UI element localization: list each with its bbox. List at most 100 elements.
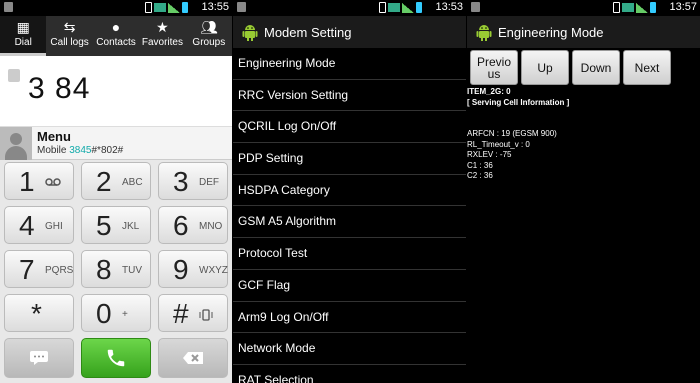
list-item[interactable]: PDP Setting	[233, 143, 466, 175]
key-digit: #	[173, 298, 189, 329]
list-item[interactable]: Network Mode	[233, 333, 466, 365]
key-digit: 2	[96, 166, 112, 197]
engineering-mode-screen: 13:57 Engineering Mode Previo us Up Down…	[467, 0, 700, 383]
key-7[interactable]: 7 PQRS	[4, 250, 74, 288]
info-line: ARFCN : 19 (EGSM 900)	[467, 129, 557, 138]
key-letters: DEF	[199, 177, 219, 188]
list-item[interactable]: Protocol Test	[233, 238, 466, 270]
network-3g-icon	[622, 3, 634, 12]
tab-contacts[interactable]: ● Contacts	[93, 16, 139, 56]
contact-number: Mobile 3845#*802#	[37, 145, 123, 156]
info-line: RL_Timeout_v : 0	[467, 139, 530, 149]
key-letters: +	[122, 309, 128, 320]
contact-suggestion[interactable]: Menu Mobile 3845#*802#	[0, 126, 232, 160]
backspace-button[interactable]	[158, 338, 228, 378]
list-item[interactable]: QCRIL Log On/Off	[233, 111, 466, 144]
list-item[interactable]: GSM A5 Algorithm	[233, 206, 466, 239]
next-button[interactable]: Next	[623, 50, 671, 85]
key-digit: 1	[19, 166, 35, 197]
title-bar: Engineering Mode	[467, 16, 700, 48]
cell-info-text: ITEM_2G: 0 [ Serving Cell Information ] …	[467, 87, 569, 182]
dialer-tabs: ▦ Dial ⇆ Call logs ● Contacts ★ Favorite…	[0, 16, 232, 56]
key-6[interactable]: 6 MNO	[158, 206, 228, 244]
message-button[interactable]	[4, 338, 74, 378]
button-label: Down	[580, 60, 612, 75]
list-item[interactable]: RRC Version Setting	[233, 80, 466, 112]
key-3[interactable]: 3 DEF	[158, 162, 228, 200]
info-line	[467, 108, 569, 119]
key-digit: *	[31, 298, 42, 329]
info-line: C1 : 36	[467, 160, 493, 170]
key-letters: ABC	[122, 177, 143, 188]
up-button[interactable]: Up	[521, 50, 569, 85]
tab-dial[interactable]: ▦ Dial	[0, 16, 47, 56]
status-icons	[613, 2, 656, 13]
status-bar: 13:53	[233, 0, 466, 16]
modem-setting-screen: 13:53 Modem Setting Engineering Mode RRC…	[233, 0, 466, 383]
tab-label: Dial	[14, 37, 32, 48]
tab-favorites[interactable]: ★ Favorites	[139, 16, 185, 56]
key-digit: 6	[173, 210, 189, 241]
key-hash[interactable]: #	[158, 294, 228, 332]
key-0[interactable]: 0 +	[81, 294, 151, 332]
key-digit: 8	[96, 254, 112, 285]
list-item[interactable]: Arm9 Log On/Off	[233, 302, 466, 334]
key-9[interactable]: 9 WXYZ	[158, 250, 228, 288]
tab-groups[interactable]: 👥︎ Groups	[186, 16, 232, 56]
button-label: Up	[537, 60, 553, 75]
key-digit: 4	[19, 210, 35, 241]
button-label: Next	[634, 60, 660, 75]
tab-label: Contacts	[96, 37, 136, 48]
call-log-icon: ⇆	[63, 19, 76, 35]
avatar	[0, 127, 32, 160]
page-title: Modem Setting	[264, 25, 352, 40]
signal-icon	[168, 2, 180, 13]
previous-button[interactable]: Previo us	[470, 50, 518, 85]
key-star[interactable]: *	[4, 294, 74, 332]
groups-icon: 👥︎	[199, 19, 218, 35]
tab-call-logs[interactable]: ⇆ Call logs	[46, 16, 92, 56]
key-4[interactable]: 4 GHI	[4, 206, 74, 244]
info-line: ITEM_2G: 0	[467, 87, 511, 96]
list-item[interactable]: Engineering Mode	[233, 48, 466, 80]
button-label: Previo us	[476, 54, 511, 81]
dialed-number: 3 84	[28, 72, 91, 105]
notification-icon	[4, 2, 13, 12]
number-match: 3845	[69, 145, 92, 156]
key-8[interactable]: 8 TUV	[81, 250, 151, 288]
vibrate-icon	[199, 309, 213, 324]
number-rest: #*802#	[91, 145, 124, 156]
list-item[interactable]: RAT Selection	[233, 365, 466, 383]
list-item[interactable]: HSDPA Category	[233, 175, 466, 207]
call-button[interactable]	[81, 338, 151, 378]
battery-icon	[650, 2, 656, 13]
list-item[interactable]: GCF Flag	[233, 270, 466, 302]
key-2[interactable]: 2 ABC	[81, 162, 151, 200]
network-3g-icon	[154, 3, 166, 12]
message-icon	[5, 339, 73, 377]
key-letters: GHI	[45, 221, 63, 232]
key-letters: JKL	[122, 221, 140, 232]
key-5[interactable]: 5 JKL	[81, 206, 151, 244]
phone-call-icon	[82, 339, 150, 377]
title-bar: Modem Setting	[233, 16, 466, 48]
contact-icon: ●	[111, 19, 121, 35]
battery-icon	[416, 2, 422, 13]
signal-icon	[636, 2, 648, 13]
info-line: RXLEV : -75	[467, 150, 512, 159]
status-time: 13:53	[435, 1, 463, 13]
status-icons	[145, 2, 188, 13]
sim-icon	[8, 69, 20, 82]
number-label: Mobile	[37, 145, 67, 156]
status-icons	[379, 2, 422, 13]
dialed-number-display[interactable]: 3 84	[0, 56, 232, 126]
info-line: [ Serving Cell Information ]	[467, 97, 570, 107]
phone-icon	[613, 2, 620, 13]
key-1[interactable]: 1	[4, 162, 74, 200]
tab-label: Call logs	[50, 37, 89, 48]
down-button[interactable]: Down	[572, 50, 620, 85]
key-digit: 3	[173, 166, 189, 197]
tab-label: Favorites	[141, 37, 183, 48]
key-digit: 0	[96, 298, 112, 329]
android-icon	[476, 23, 492, 41]
